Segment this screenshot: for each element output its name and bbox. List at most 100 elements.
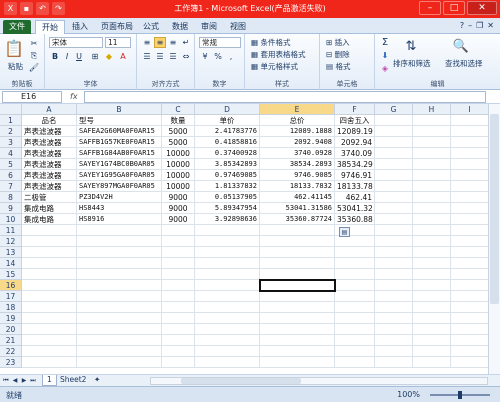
cell[interactable] <box>375 137 413 148</box>
font-color-icon[interactable]: A <box>117 51 129 62</box>
cell[interactable] <box>260 357 335 368</box>
cell[interactable] <box>195 357 260 368</box>
percent-button[interactable]: % <box>212 51 224 62</box>
cell[interactable]: 集成电路 <box>22 214 77 225</box>
cell[interactable] <box>375 346 413 357</box>
number-format-select[interactable]: 常规 <box>199 37 241 48</box>
cell[interactable] <box>195 269 260 280</box>
cell[interactable] <box>77 313 162 324</box>
cell[interactable] <box>375 280 413 291</box>
cell[interactable]: 声表滤波器 <box>22 148 77 159</box>
cell[interactable] <box>375 192 413 203</box>
align-left-icon[interactable]: ☰ <box>141 51 153 62</box>
cell[interactable] <box>260 225 335 236</box>
cell[interactable] <box>451 269 489 280</box>
cell[interactable] <box>162 346 195 357</box>
format-painter-icon[interactable]: 🖌 <box>28 62 40 73</box>
cell[interactable]: 9000 <box>162 203 195 214</box>
borders-icon[interactable]: ⊞ <box>89 51 101 62</box>
zoom-slider-knob[interactable] <box>458 391 462 399</box>
cell[interactable] <box>77 357 162 368</box>
cell[interactable] <box>413 302 451 313</box>
cell[interactable] <box>451 126 489 137</box>
cell[interactable] <box>451 335 489 346</box>
prev-sheet-icon[interactable]: ◀ <box>11 376 19 385</box>
cell[interactable]: 38534.2893 <box>260 159 335 170</box>
tab-insert[interactable]: 插入 <box>66 20 94 34</box>
cell[interactable] <box>413 357 451 368</box>
cell[interactable] <box>77 225 162 236</box>
row-header[interactable]: 9 <box>0 203 22 214</box>
cell[interactable]: 数量 <box>162 115 195 126</box>
cell[interactable] <box>375 335 413 346</box>
cell[interactable]: 9746.91 <box>335 170 375 181</box>
next-sheet-icon[interactable]: ▶ <box>20 376 28 385</box>
cell[interactable]: 集成电路 <box>22 203 77 214</box>
cell[interactable] <box>22 258 77 269</box>
font-name-select[interactable]: 宋体 <box>49 37 103 48</box>
cell[interactable] <box>413 203 451 214</box>
cell[interactable] <box>195 236 260 247</box>
conditional-format-button[interactable]: ▦ 条件格式 <box>251 37 290 48</box>
cell[interactable] <box>195 302 260 313</box>
row-header[interactable]: 5 <box>0 159 22 170</box>
cell[interactable]: 18133.7832 <box>260 181 335 192</box>
cell[interactable] <box>413 115 451 126</box>
align-bottom-icon[interactable]: ≡ <box>167 37 179 48</box>
cell[interactable]: 2092.94 <box>335 137 375 148</box>
cell[interactable] <box>77 346 162 357</box>
cell[interactable] <box>335 335 375 346</box>
cell[interactable] <box>195 335 260 346</box>
cell[interactable] <box>375 313 413 324</box>
cell[interactable] <box>413 137 451 148</box>
row-header[interactable]: 13 <box>0 247 22 258</box>
cell[interactable] <box>375 115 413 126</box>
first-sheet-icon[interactable]: ⏮ <box>2 376 10 385</box>
cell[interactable]: SAFFB1G84AB0F0AR15 <box>77 148 162 159</box>
cell[interactable]: 10000 <box>162 170 195 181</box>
cell[interactable] <box>335 346 375 357</box>
cell[interactable]: 5000 <box>162 126 195 137</box>
cell[interactable]: 2.41783776 <box>195 126 260 137</box>
cell[interactable] <box>162 236 195 247</box>
cell[interactable] <box>260 346 335 357</box>
currency-icon[interactable]: ¥ <box>199 51 211 62</box>
cell[interactable] <box>413 181 451 192</box>
cell[interactable]: 53041.31586 <box>260 203 335 214</box>
insert-sheet-icon[interactable]: ✦ <box>90 375 104 386</box>
autosum-icon[interactable]: Σ <box>379 37 391 48</box>
cell[interactable] <box>195 280 260 291</box>
underline-button[interactable]: U <box>73 51 85 62</box>
cell[interactable] <box>451 324 489 335</box>
align-right-icon[interactable]: ☰ <box>167 51 179 62</box>
cell[interactable] <box>375 203 413 214</box>
cell[interactable] <box>335 302 375 313</box>
table-format-button[interactable]: ▦ 套用表格格式 <box>251 49 305 60</box>
cell[interactable] <box>375 214 413 225</box>
cell[interactable] <box>451 236 489 247</box>
cell[interactable]: 9746.9085 <box>260 170 335 181</box>
cell[interactable]: 单价 <box>195 115 260 126</box>
cell[interactable] <box>375 269 413 280</box>
cell[interactable] <box>413 214 451 225</box>
row-header[interactable]: 10 <box>0 214 22 225</box>
cell[interactable] <box>162 225 195 236</box>
select-all-corner[interactable] <box>0 104 22 115</box>
cell[interactable] <box>375 357 413 368</box>
cell[interactable] <box>375 126 413 137</box>
cell[interactable]: 462.41 <box>335 192 375 203</box>
cell[interactable] <box>451 159 489 170</box>
tab-view[interactable]: 视图 <box>224 20 252 34</box>
cell[interactable] <box>335 291 375 302</box>
cell[interactable] <box>77 247 162 258</box>
cell[interactable] <box>375 324 413 335</box>
cell[interactable] <box>259 279 336 292</box>
cell[interactable] <box>260 269 335 280</box>
row-header[interactable]: 23 <box>0 357 22 368</box>
row-header[interactable]: 2 <box>0 126 22 137</box>
cell[interactable]: 12089.19 <box>335 126 375 137</box>
row-header[interactable]: 18 <box>0 302 22 313</box>
cell[interactable]: 53041.32 <box>335 203 375 214</box>
cell[interactable] <box>162 258 195 269</box>
cell[interactable] <box>451 302 489 313</box>
